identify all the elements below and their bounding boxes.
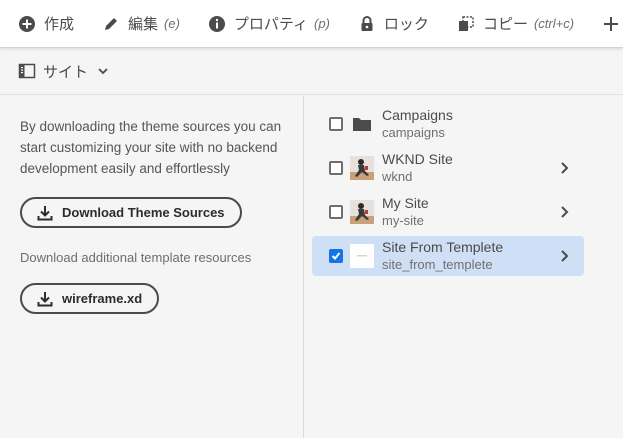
lock-icon xyxy=(361,15,373,31)
row-checkbox[interactable] xyxy=(329,117,343,131)
site-title: WKND Site xyxy=(382,151,453,167)
site-row-site-from-templete[interactable]: Site From Templete site_from_templete xyxy=(312,236,584,276)
blank-thumbnail-icon xyxy=(350,244,374,268)
row-text: Site From Templete site_from_templete xyxy=(382,239,503,273)
site-list: Campaigns campaigns WKND Site wknd My Si… xyxy=(312,104,584,280)
copy-shortcut: (ctrl+c) xyxy=(533,16,575,31)
site-thumbnail-icon xyxy=(350,200,374,224)
folder-icon xyxy=(353,118,371,131)
site-name: wknd xyxy=(382,169,413,184)
edit-label: 編集 xyxy=(128,16,159,33)
site-title: Site From Templete xyxy=(382,239,504,255)
lock-button[interactable]: ロック xyxy=(358,13,429,34)
row-checkbox[interactable] xyxy=(329,161,343,175)
create-label: 作成 xyxy=(44,16,75,33)
checkmark-icon xyxy=(331,252,341,260)
site-row-wknd[interactable]: WKND Site wknd xyxy=(312,148,584,188)
download-icon xyxy=(37,205,53,220)
chevron-right-icon[interactable] xyxy=(558,249,570,263)
rail-selector-label: サイト xyxy=(43,63,89,81)
plus-icon xyxy=(604,16,619,31)
add-circle-icon xyxy=(19,15,35,32)
download-theme-label: Download Theme Sources xyxy=(62,205,225,220)
site-title: Campaigns xyxy=(382,107,453,123)
properties-shortcut: (p) xyxy=(314,16,330,31)
copy-button[interactable]: コピー (ctrl+c) xyxy=(457,13,574,34)
action-bar: 作成 編集 (e) プロパティ (p) ロック コピー (ctrl+c) 移動 xyxy=(0,0,623,48)
site-thumbnail-icon xyxy=(350,156,374,180)
theme-panel: By downloading the theme sources you can… xyxy=(0,96,304,438)
site-title: My Site xyxy=(382,195,429,211)
additional-resources-label: Download additional template resources xyxy=(20,250,252,265)
row-checkbox[interactable] xyxy=(329,205,343,219)
site-name: my-site xyxy=(382,213,424,228)
download-icon xyxy=(37,291,53,306)
lock-label: ロック xyxy=(383,16,429,33)
properties-button[interactable]: プロパティ (p) xyxy=(208,13,330,34)
chevron-down-icon xyxy=(98,68,108,75)
theme-description: By downloading the theme sources you can… xyxy=(20,119,282,176)
site-row-my-site[interactable]: My Site my-site xyxy=(312,192,584,232)
pencil-icon xyxy=(105,17,118,30)
rail-bar: サイト xyxy=(0,48,623,95)
edit-shortcut: (e) xyxy=(164,16,180,31)
site-name: campaigns xyxy=(382,125,445,140)
properties-label: プロパティ xyxy=(233,16,309,33)
move-button[interactable]: 移動 xyxy=(602,13,623,34)
download-wireframe-button[interactable]: wireframe.xd xyxy=(20,283,160,314)
row-text: My Site my-site xyxy=(382,195,429,229)
info-icon xyxy=(208,15,225,32)
chevron-right-icon[interactable] xyxy=(558,205,570,219)
download-theme-sources-button[interactable]: Download Theme Sources xyxy=(20,197,242,228)
chevron-right-icon[interactable] xyxy=(558,161,570,175)
rail-panel-icon xyxy=(18,63,36,79)
edit-button[interactable]: 編集 (e) xyxy=(102,13,180,34)
create-button[interactable]: 作成 xyxy=(18,13,74,34)
wireframe-label: wireframe.xd xyxy=(62,291,143,306)
copy-icon xyxy=(458,15,474,31)
row-text: WKND Site wknd xyxy=(382,151,453,185)
copy-label: コピー xyxy=(482,16,528,33)
site-row-campaigns[interactable]: Campaigns campaigns xyxy=(312,104,584,144)
row-text: Campaigns campaigns xyxy=(382,107,453,141)
rail-selector[interactable]: サイト xyxy=(18,61,109,82)
row-checkbox-checked[interactable] xyxy=(329,249,343,263)
site-name: site_from_templete xyxy=(382,257,493,272)
